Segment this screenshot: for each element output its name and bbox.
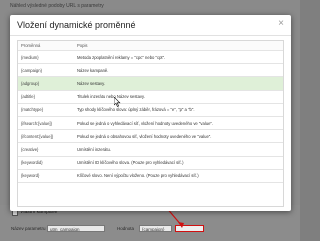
table-row[interactable]: {ifsearch:[value]} Pokud se jedná o vyhl…: [18, 116, 283, 131]
table-row[interactable]: {creative} Umístění inzerátu.: [18, 142, 283, 157]
source-param-label: Název parametru: [11, 226, 46, 231]
variables-table: Proměnná Popis {medium} Metoda zpoplatně…: [18, 41, 283, 183]
description-cell: Umístění inzerátu.: [74, 142, 283, 157]
table-row[interactable]: {keywordid} Umístění ID klíčového slova.…: [18, 156, 283, 170]
dialog-title: Vložení dynamické proměnné: [17, 20, 136, 30]
table-row[interactable]: {matchtype} Typ shody klíčového slova: ú…: [18, 103, 283, 117]
variable-cell: {creative}: [18, 142, 74, 157]
table-row[interactable]: {ifcontent:[value]} Pokud se jedná o obs…: [18, 129, 283, 144]
variables-table-container: Proměnná Popis {medium} Metoda zpoplatně…: [17, 40, 284, 207]
source-param-field[interactable]: utm_campaign: [47, 225, 105, 232]
description-cell: Umístění ID klíčového slova. (Pouze pro …: [74, 156, 283, 170]
dynamic-variable-dialog: Vložení dynamické proměnné × Proměnná Po…: [10, 15, 291, 211]
mouse-cursor-icon: [114, 97, 121, 107]
table-row-selected[interactable]: {adgroup} Název sestavy.: [18, 76, 283, 91]
column-header-description: Popis: [74, 41, 283, 51]
description-cell: Pokud se jedná o obsahovou síť, vložení …: [74, 129, 283, 144]
table-row[interactable]: {campaign} Název kampaně.: [18, 63, 283, 78]
close-icon[interactable]: ×: [278, 19, 284, 29]
dialog-header: Vložení dynamické proměnné ×: [10, 15, 291, 36]
background-page-title: Náhled výsledné podoby URL s parametry: [10, 3, 104, 9]
variable-cell: {keywordid}: [18, 156, 74, 170]
variable-cell: {ifcontent:[value]}: [18, 129, 74, 144]
variable-cell: {matchtype}: [18, 103, 74, 117]
description-cell: Typ shody klíčového slova: úplný záběr, …: [74, 103, 283, 117]
variable-cell: {ifsearch:[value]}: [18, 116, 74, 131]
variable-cell: {adgroup}: [18, 76, 74, 91]
value-field[interactable]: {campaign}: [139, 225, 172, 232]
table-row[interactable]: {adtitle} Titulek inzerátu nebo Název se…: [18, 90, 283, 104]
variable-cell: {medium}: [18, 50, 74, 65]
variable-cell: {keyword}: [18, 169, 74, 183]
description-cell: Název kampaně.: [74, 63, 283, 78]
description-cell: Metoda zpoplatnění reklamy = "cpc" nebo …: [74, 50, 283, 65]
table-row[interactable]: {keyword} Klíčové slovo. Není výpočtu vl…: [18, 169, 283, 183]
variable-cell: {adtitle}: [18, 90, 74, 104]
description-cell: Název sestavy.: [74, 76, 283, 91]
table-row[interactable]: {medium} Metoda zpoplatnění reklamy = "c…: [18, 50, 283, 65]
description-cell: Pokud se jedná o vyhledávací síť, vložen…: [74, 116, 283, 131]
highlighted-value-field[interactable]: [175, 225, 204, 232]
description-cell: Klíčové slovo. Není výpočtu vloženo. (Po…: [74, 169, 283, 183]
value-label: Hodnota: [117, 226, 135, 231]
table-header-row: Proměnná Popis: [18, 41, 283, 51]
description-cell: Titulek inzerátu nebo Název sestavy.: [74, 90, 283, 104]
variable-cell: {campaign}: [18, 63, 74, 78]
column-header-variable: Proměnná: [18, 41, 74, 51]
